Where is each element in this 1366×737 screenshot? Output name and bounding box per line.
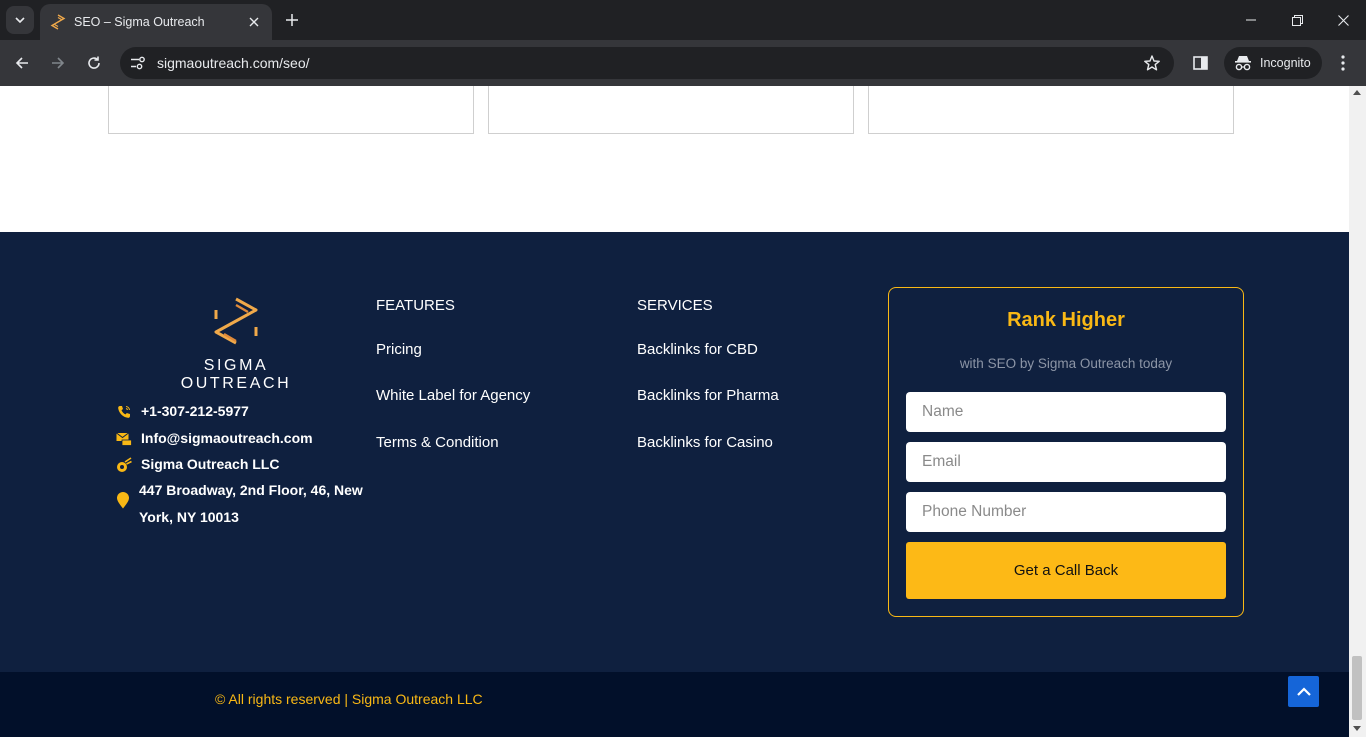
sigma-favicon-icon [50, 14, 66, 30]
minimize-button[interactable] [1228, 0, 1274, 40]
site-info-icon [131, 56, 145, 70]
window-close-icon [1337, 14, 1349, 26]
footer-bottom-bar [0, 672, 1349, 737]
reload-icon [88, 56, 100, 69]
phone-field[interactable] [906, 492, 1226, 532]
plus-icon [286, 14, 298, 26]
back-icon [15, 57, 28, 69]
footer-link-cbd[interactable]: Backlinks for CBD [637, 341, 758, 358]
contact-address: 447 Broadway, 2nd Floor, 46, New York, N… [116, 482, 366, 530]
services-heading: SERVICES [637, 297, 713, 314]
restore-icon [1291, 14, 1303, 26]
cards-section [0, 86, 1349, 232]
email-address: Info@sigmaoutreach.com [141, 430, 313, 446]
callback-form: Rank Higher with SEO by Sigma Outreach t… [888, 287, 1244, 617]
chevron-up-icon [1296, 687, 1311, 696]
browser-tab-strip: SEO – Sigma Outreach [0, 0, 1366, 40]
active-tab[interactable]: SEO – Sigma Outreach [40, 4, 272, 40]
window-close-button[interactable] [1320, 0, 1366, 40]
bookmark-button[interactable] [1142, 53, 1162, 73]
page-scrollbar[interactable] [1349, 86, 1366, 737]
feature-card [868, 86, 1234, 134]
scroll-to-top-button[interactable] [1288, 676, 1319, 707]
features-heading: FEATURES [376, 297, 455, 314]
email-field[interactable] [906, 442, 1226, 482]
new-tab-button[interactable] [280, 8, 304, 32]
url-text[interactable]: sigmaoutreach.com/seo/ [157, 55, 1142, 71]
feature-card [108, 86, 474, 134]
browser-toolbar: sigmaoutreach.com/seo/ Incognito [0, 40, 1366, 86]
name-field[interactable] [906, 392, 1226, 432]
tab-list-button[interactable] [6, 6, 34, 34]
more-menu-button[interactable] [1332, 52, 1354, 74]
footer-link-pharma[interactable]: Backlinks for Pharma [637, 387, 779, 404]
contact-company: Sigma Outreach LLC [116, 456, 279, 478]
phone-icon [116, 404, 132, 420]
scroll-up-arrow-icon[interactable] [1353, 90, 1361, 95]
tab-list-icon [15, 17, 25, 23]
email-icon [116, 431, 132, 447]
restore-button[interactable] [1274, 0, 1320, 40]
location-pin-icon [116, 491, 130, 508]
footer-link-terms[interactable]: Terms & Condition [376, 434, 499, 451]
side-panel-icon [1192, 56, 1208, 70]
logo-wordmark: SIGMA OUTREACH [180, 357, 292, 392]
form-title: Rank Higher [1007, 309, 1125, 331]
close-icon [249, 17, 259, 27]
footer-link-casino[interactable]: Backlinks for Casino [637, 434, 773, 451]
scroll-down-arrow-icon[interactable] [1353, 726, 1361, 731]
site-info-button[interactable] [129, 54, 147, 72]
page-viewport: SIGMA OUTREACH +1-307-212-5977 Info@sigm… [0, 86, 1366, 737]
reload-button[interactable] [80, 49, 108, 77]
comet-icon [116, 457, 132, 473]
incognito-icon [1235, 56, 1251, 71]
forward-button[interactable] [44, 49, 72, 77]
copyright-text: © All rights reserved | Sigma Outreach L… [215, 691, 483, 707]
contact-email[interactable]: Info@sigmaoutreach.com [116, 430, 313, 452]
company-name: Sigma Outreach LLC [141, 456, 280, 472]
forward-icon [52, 57, 65, 69]
tab-close-button[interactable] [246, 14, 262, 30]
phone-number: +1-307-212-5977 [141, 403, 249, 419]
address-bar[interactable]: sigmaoutreach.com/seo/ [120, 47, 1174, 79]
more-menu-icon [1341, 55, 1345, 71]
contact-phone[interactable]: +1-307-212-5977 [116, 403, 249, 425]
form-subtitle: with SEO by Sigma Outreach today [959, 356, 1173, 371]
sigma-logo-icon [214, 297, 258, 345]
minimize-icon [1246, 19, 1256, 21]
side-panel-button[interactable] [1188, 52, 1212, 74]
feature-card [488, 86, 854, 134]
back-button[interactable] [8, 49, 36, 77]
get-call-back-button[interactable]: Get a Call Back [906, 542, 1226, 599]
incognito-label: Incognito [1260, 56, 1311, 70]
star-icon [1144, 55, 1160, 71]
tab-title: SEO – Sigma Outreach [74, 15, 205, 29]
footer-link-white-label[interactable]: White Label for Agency [376, 387, 530, 404]
scrollbar-thumb[interactable] [1352, 656, 1362, 720]
incognito-indicator[interactable]: Incognito [1224, 47, 1322, 79]
page: SIGMA OUTREACH +1-307-212-5977 Info@sigm… [0, 86, 1349, 737]
street-address: 447 Broadway, 2nd Floor, 46, New York, N… [139, 482, 363, 525]
footer-link-pricing[interactable]: Pricing [376, 341, 422, 358]
sigma-outreach-logo[interactable]: SIGMA OUTREACH [148, 297, 324, 392]
